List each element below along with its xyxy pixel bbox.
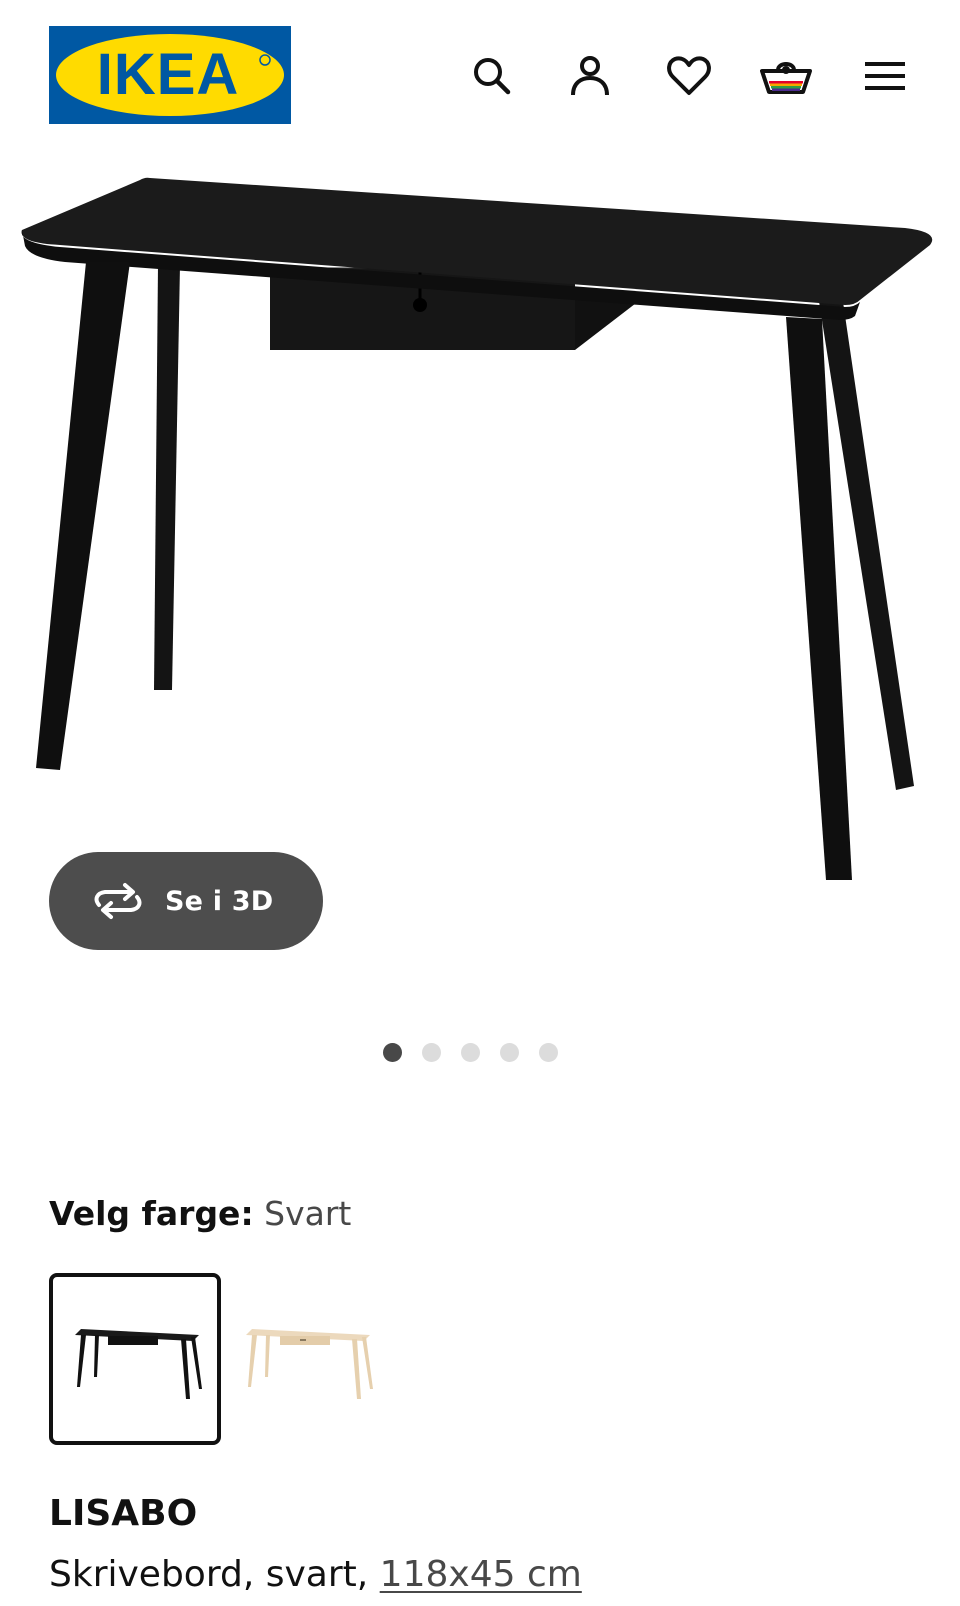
basket-icon[interactable] [760,50,812,102]
svg-text:IKEA: IKEA [97,42,240,107]
user-icon[interactable] [564,50,616,102]
view-in-3d-button[interactable]: Se i 3D [49,852,323,950]
carousel-dot-2[interactable] [421,1042,441,1062]
carousel-dot-1[interactable] [382,1042,402,1062]
carousel-dots [0,1042,960,1062]
view-in-3d-label: Se i 3D [165,885,274,917]
product-size-link[interactable]: 118x45 cm [380,1554,582,1595]
heart-icon[interactable] [663,50,715,102]
search-icon[interactable] [466,50,518,102]
product-image[interactable] [0,150,960,910]
ikea-logo[interactable]: IKEA [49,26,291,124]
color-label-key: Velg farge: [49,1194,254,1233]
menu-icon[interactable] [859,50,911,102]
color-label-value: Svart [264,1194,352,1233]
carousel-dot-4[interactable] [499,1042,519,1062]
carousel-dot-5[interactable] [538,1042,558,1062]
color-option-black[interactable] [49,1273,221,1445]
carousel-dot-3[interactable] [460,1042,480,1062]
product-description: Skrivebord, svart, 118x45 cm [49,1552,582,1598]
header: IKEA [0,0,960,150]
product-name: LISABO [49,1493,198,1534]
rotate-3d-icon [94,883,142,919]
product-description-text: Skrivebord, svart, [49,1554,380,1595]
color-option-birch[interactable] [238,1273,410,1445]
color-picker-label: Velg farge: Svart [49,1194,351,1234]
